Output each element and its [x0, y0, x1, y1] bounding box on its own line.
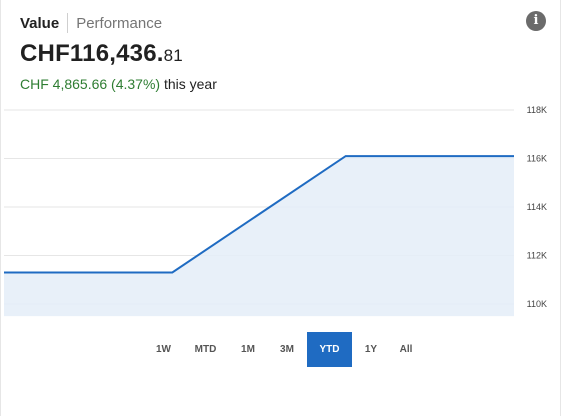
view-tabs: Value Performance [20, 13, 162, 33]
y-tick-label: 116K [527, 154, 547, 164]
portfolio-value: CHF116,436.81 [20, 40, 183, 68]
range-1m[interactable]: 1M [229, 332, 267, 367]
value-main: CHF116,436. [20, 40, 164, 67]
value-change: CHF 4,865.66 (4.37%) this year [20, 76, 217, 92]
info-icon[interactable]: i [526, 11, 546, 31]
change-amount: CHF 4,865.66 (4.37%) [20, 76, 161, 92]
tab-divider [67, 13, 69, 33]
value-chart: 118K 116K 114K 112K 110K [4, 105, 547, 317]
portfolio-value-card: Value Performance i CHF116,436.81 CHF 4,… [0, 0, 561, 416]
tab-value[interactable]: Value [20, 15, 59, 32]
tab-performance[interactable]: Performance [76, 15, 162, 32]
range-all[interactable]: All [390, 332, 422, 367]
change-period: this year [163, 76, 217, 92]
range-1w[interactable]: 1W [145, 332, 182, 367]
range-mtd[interactable]: MTD [182, 332, 229, 367]
y-tick-label: 118K [527, 105, 547, 115]
y-tick-label: 114K [527, 202, 547, 212]
range-1y[interactable]: 1Y [352, 332, 390, 367]
y-tick-label: 112K [527, 251, 547, 261]
value-area [4, 156, 514, 317]
range-ytd[interactable]: YTD [307, 332, 352, 367]
time-range-selector: 1W MTD 1M 3M YTD 1Y All [145, 332, 422, 367]
y-tick-label: 110K [527, 299, 547, 309]
value-decimals: 81 [163, 46, 183, 65]
range-3m[interactable]: 3M [267, 332, 307, 367]
